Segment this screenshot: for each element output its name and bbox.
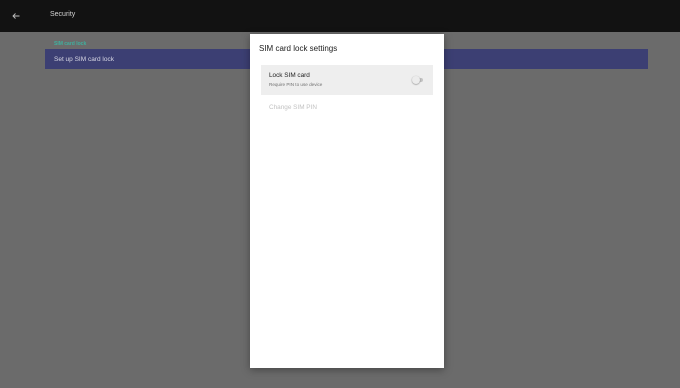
- lock-sim-card-preference[interactable]: Lock SIM card Require PIN to use device: [261, 65, 433, 95]
- screen: Security SIM card lock Set up SIM card l…: [0, 0, 680, 388]
- lock-sim-card-title: Lock SIM card: [269, 72, 310, 79]
- dialog-title: SIM card lock settings: [259, 44, 338, 53]
- back-button[interactable]: [9, 9, 23, 23]
- lock-sim-card-switch[interactable]: [412, 76, 424, 84]
- sim-lock-settings-dialog: SIM card lock settings Lock SIM card Req…: [250, 34, 444, 368]
- page-title: Security: [50, 11, 76, 18]
- section-header-sim-card-lock: SIM card lock: [54, 41, 87, 47]
- switch-thumb: [412, 76, 420, 84]
- lock-sim-card-summary: Require PIN to use device: [269, 82, 323, 87]
- setup-sim-card-lock-label: Set up SIM card lock: [54, 56, 114, 63]
- app-bar: Security: [0, 0, 680, 32]
- change-sim-pin-item[interactable]: Change SIM PIN: [269, 104, 317, 111]
- arrow-left-icon: [12, 7, 20, 25]
